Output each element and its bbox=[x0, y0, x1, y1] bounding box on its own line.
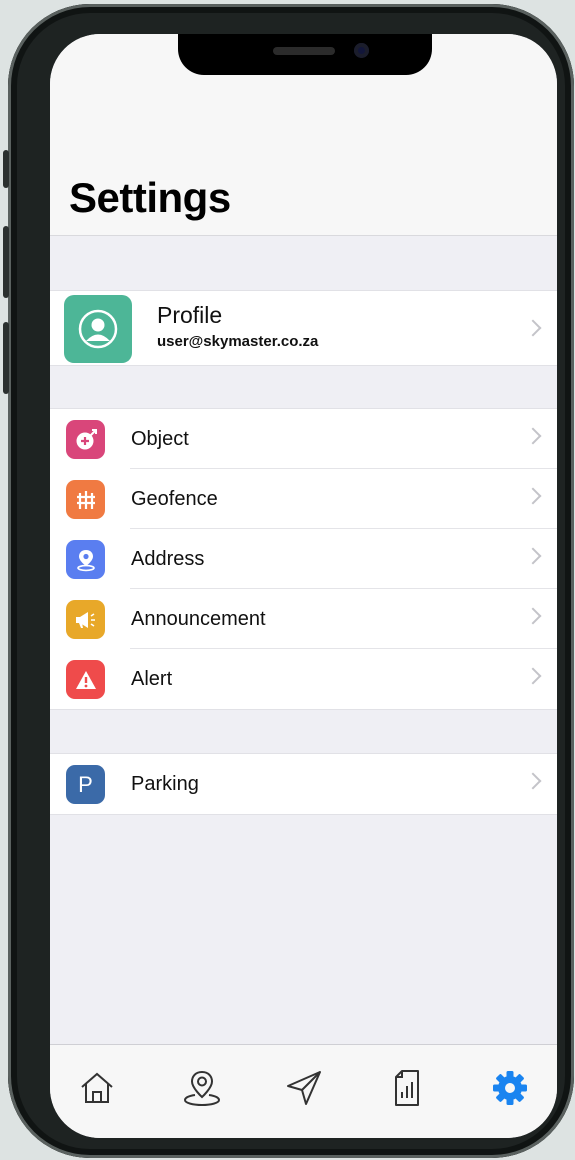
tab-settings[interactable] bbox=[485, 1063, 535, 1113]
volume-up-button bbox=[3, 226, 9, 298]
menu-item-geofence[interactable]: Geofence bbox=[50, 469, 557, 529]
tab-navigation[interactable] bbox=[279, 1063, 329, 1113]
menu-item-parking[interactable]: P Parking bbox=[50, 754, 557, 814]
parking-section: P Parking bbox=[50, 753, 557, 815]
map-pin-icon bbox=[183, 1070, 221, 1107]
location-pin-icon bbox=[66, 540, 105, 579]
object-add-icon bbox=[66, 420, 105, 459]
menu-item-address[interactable]: Address bbox=[50, 529, 557, 589]
settings-menu: Object Geofence Address Announcement Ale… bbox=[50, 408, 557, 710]
report-document-icon bbox=[395, 1070, 419, 1106]
menu-item-object[interactable]: Object bbox=[50, 409, 557, 469]
menu-item-label: Announcement bbox=[131, 608, 266, 630]
notch bbox=[178, 34, 432, 75]
phone-frame: Settings Profile user@skymaster.co.za Ob… bbox=[3, 4, 574, 1158]
menu-item-announcement[interactable]: Announcement bbox=[50, 589, 557, 649]
profile-section: Profile user@skymaster.co.za bbox=[50, 290, 557, 366]
menu-item-label: Address bbox=[131, 548, 205, 570]
tab-places[interactable] bbox=[177, 1063, 227, 1113]
profile-email: user@skymaster.co.za bbox=[157, 333, 319, 350]
front-camera bbox=[354, 43, 369, 58]
menu-item-alert[interactable]: Alert bbox=[50, 649, 557, 709]
warning-icon bbox=[66, 660, 105, 699]
app-screen: Settings Profile user@skymaster.co.za Ob… bbox=[50, 34, 557, 1138]
chevron-right-icon bbox=[524, 607, 542, 625]
parking-icon: P bbox=[66, 765, 105, 804]
chevron-right-icon bbox=[524, 427, 542, 445]
volume-down-button bbox=[3, 322, 9, 394]
tab-reports[interactable] bbox=[382, 1063, 432, 1113]
profile-name: Profile bbox=[157, 302, 223, 328]
user-avatar-icon bbox=[64, 295, 132, 363]
page-title: Settings bbox=[69, 174, 231, 221]
speaker-grille bbox=[273, 47, 335, 55]
tab-bar bbox=[50, 1044, 557, 1138]
chevron-right-icon bbox=[524, 547, 542, 565]
chevron-right-icon bbox=[524, 319, 542, 337]
chevron-right-icon bbox=[524, 487, 542, 505]
menu-item-label: Geofence bbox=[131, 488, 218, 510]
menu-item-label: Object bbox=[131, 428, 189, 450]
fence-icon bbox=[66, 480, 105, 519]
chevron-right-icon bbox=[524, 772, 542, 790]
menu-item-label: Parking bbox=[131, 773, 199, 795]
profile-row[interactable]: Profile user@skymaster.co.za bbox=[50, 291, 557, 365]
gear-icon bbox=[493, 1071, 527, 1105]
tab-home[interactable] bbox=[72, 1063, 122, 1113]
megaphone-icon bbox=[66, 600, 105, 639]
chevron-right-icon bbox=[524, 667, 542, 685]
navigation-arrow-icon bbox=[287, 1071, 321, 1105]
mute-switch bbox=[3, 150, 9, 188]
menu-item-label: Alert bbox=[131, 668, 173, 690]
home-icon bbox=[81, 1072, 113, 1103]
